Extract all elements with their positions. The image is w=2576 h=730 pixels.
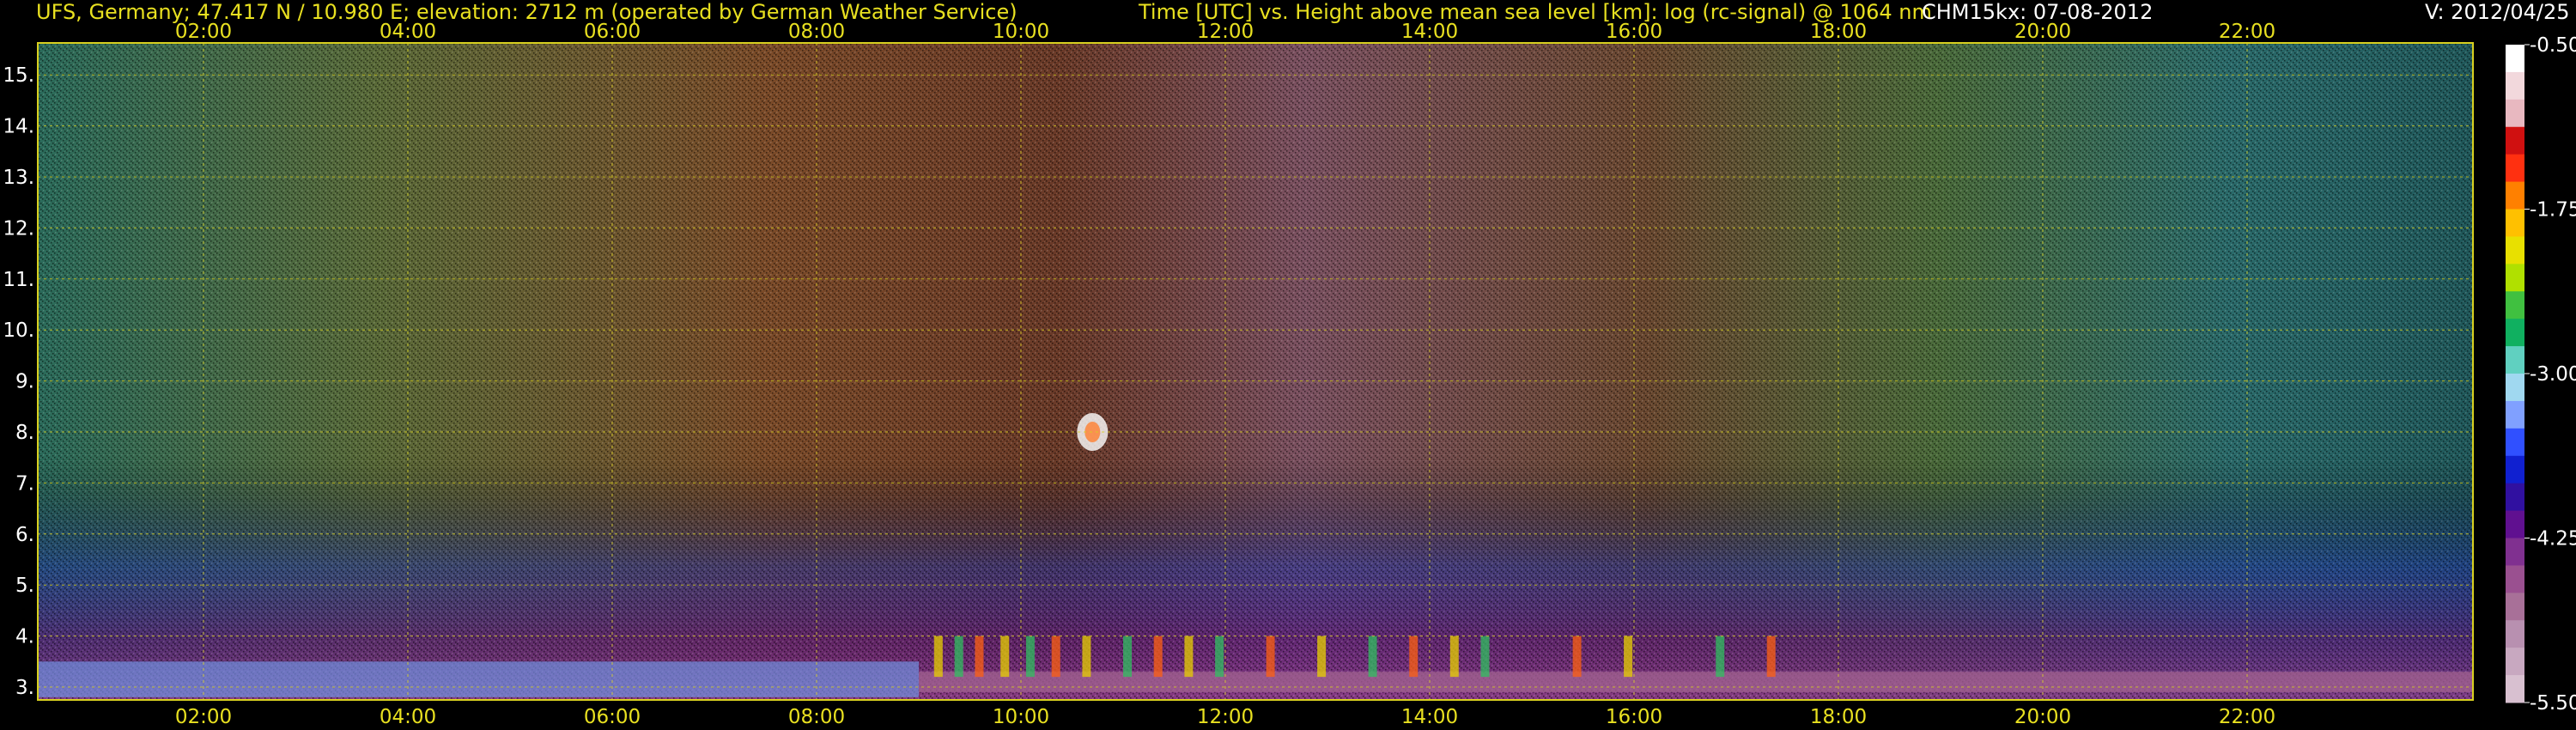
convective-plume (1572, 636, 1582, 678)
convective-plume (1766, 636, 1776, 678)
x-tick-label-top: 22:00 (2219, 21, 2275, 43)
y-tick-label: 7. (15, 472, 34, 495)
colorbar-segment (2506, 126, 2524, 155)
x-tick-label-top: 16:00 (1606, 21, 1662, 43)
y-tick-label: 3. (15, 677, 34, 699)
x-tick-label-bottom: 14:00 (1401, 706, 1458, 728)
colorbar-segment (2506, 374, 2524, 402)
convective-plume (1266, 636, 1275, 678)
colorbar-segment (2506, 675, 2524, 703)
convective-plume (1449, 636, 1459, 678)
x-tick-label-bottom: 10:00 (993, 706, 1049, 728)
x-tick-label-bottom: 08:00 (788, 706, 845, 728)
x-tick-label-top: 12:00 (1197, 21, 1254, 43)
x-tick-label-top: 06:00 (584, 21, 641, 43)
colorbar-tick-label: -0.50 (2530, 34, 2576, 57)
colorbar-segment (2506, 593, 2524, 621)
colorbar: -0.50 -1.75 -3.00 -4.25 -5.50 (2506, 34, 2576, 715)
ceilometer-chart: 02:00 04:00 06:00 08:00 10:00 12:00 14:00 16:00… (3, 21, 2576, 728)
colorbar-tick-label: -1.75 (2530, 199, 2576, 222)
colorbar-segment (2506, 209, 2524, 237)
boundary-layer-afternoon (919, 672, 2473, 692)
colorbar-segment (2506, 181, 2524, 210)
convective-plume (1409, 636, 1419, 678)
colorbar-tick-label: -5.50 (2530, 692, 2576, 715)
colorbar-segment (2506, 346, 2524, 374)
x-tick-label-top: 04:00 (380, 21, 436, 43)
convective-plume (1317, 636, 1327, 678)
colorbar-segment (2506, 620, 2524, 648)
colorbar-tick-label: -3.00 (2530, 363, 2576, 386)
x-tick-label-top: 02:00 (175, 21, 232, 43)
y-tick-label: 14. (3, 116, 34, 138)
colorbar-segment (2506, 236, 2524, 265)
y-tick-label: 13. (3, 167, 34, 189)
x-tick-label-bottom: 12:00 (1197, 706, 1254, 728)
colorbar-segment (2506, 154, 2524, 183)
colorbar-segment (2506, 648, 2524, 676)
x-tick-label-bottom: 16:00 (1606, 706, 1662, 728)
convective-plume (933, 636, 943, 678)
y-tick-label: 5. (15, 575, 34, 597)
convective-plume (1082, 636, 1091, 678)
x-axis-top: 02:00 04:00 06:00 08:00 10:00 12:00 14:00 16:00… (175, 21, 2275, 43)
colorbar-tick-label: -4.25 (2530, 528, 2576, 551)
y-axis: 3. 4. 5. 6. 7. 8. 9. 10. 11. 12. 13. 14. 15. (3, 64, 34, 699)
y-tick-label: 11. (3, 269, 34, 291)
signal-noise (38, 43, 2473, 700)
x-tick-label-bottom: 04:00 (380, 706, 436, 728)
y-tick-label: 8. (15, 422, 34, 444)
x-tick-label-top: 10:00 (993, 21, 1049, 43)
convective-plume (1184, 636, 1194, 678)
colorbar-segment (2506, 319, 2524, 347)
convective-plume (1480, 636, 1490, 678)
convective-plume (1716, 636, 1725, 678)
colorbar-segment (2506, 483, 2524, 512)
x-tick-label-bottom: 20:00 (2014, 706, 2071, 728)
x-tick-label-bottom: 18:00 (1810, 706, 1867, 728)
x-tick-label-bottom: 06:00 (584, 706, 641, 728)
y-tick-label: 12. (3, 217, 34, 240)
convective-plume (1000, 636, 1010, 678)
convective-plume (1368, 636, 1377, 678)
y-tick-label: 10. (3, 319, 34, 342)
y-tick-label: 15. (3, 64, 34, 87)
convective-plume (1624, 636, 1633, 678)
x-tick-label-bottom: 02:00 (175, 706, 232, 728)
y-tick-label: 4. (15, 626, 34, 648)
colorbar-segment (2506, 264, 2524, 292)
colorbar-segment (2506, 71, 2524, 100)
boundary-layer (38, 661, 919, 697)
colorbar-segment (2506, 538, 2524, 566)
convective-plume (1051, 636, 1060, 678)
x-tick-label-top: 08:00 (788, 21, 845, 43)
signal-field (38, 43, 2473, 700)
x-tick-label-top: 14:00 (1401, 21, 1458, 43)
x-tick-label-top: 20:00 (2014, 21, 2071, 43)
y-tick-label: 6. (15, 524, 34, 546)
convective-plume (1123, 636, 1132, 678)
convective-plume (1025, 636, 1035, 678)
colorbar-segment (2506, 455, 2524, 484)
colorbar-segment (2506, 45, 2524, 73)
colorbar-segment (2506, 565, 2524, 593)
convective-plume (975, 636, 984, 678)
colorbar-segment (2506, 400, 2524, 429)
colorbar-segment (2506, 99, 2524, 128)
colorbar-segment (2506, 510, 2524, 538)
convective-plume (1153, 636, 1163, 678)
y-tick-label: 9. (15, 371, 34, 393)
convective-plume (954, 636, 963, 678)
colorbar-segment (2506, 291, 2524, 319)
x-tick-label-bottom: 22:00 (2219, 706, 2275, 728)
x-axis-bottom: 02:00 04:00 06:00 08:00 10:00 12:00 14:00 16:00… (175, 706, 2275, 728)
convective-plume (1215, 636, 1224, 678)
colorbar-segment (2506, 428, 2524, 457)
x-tick-label-top: 18:00 (1810, 21, 1867, 43)
